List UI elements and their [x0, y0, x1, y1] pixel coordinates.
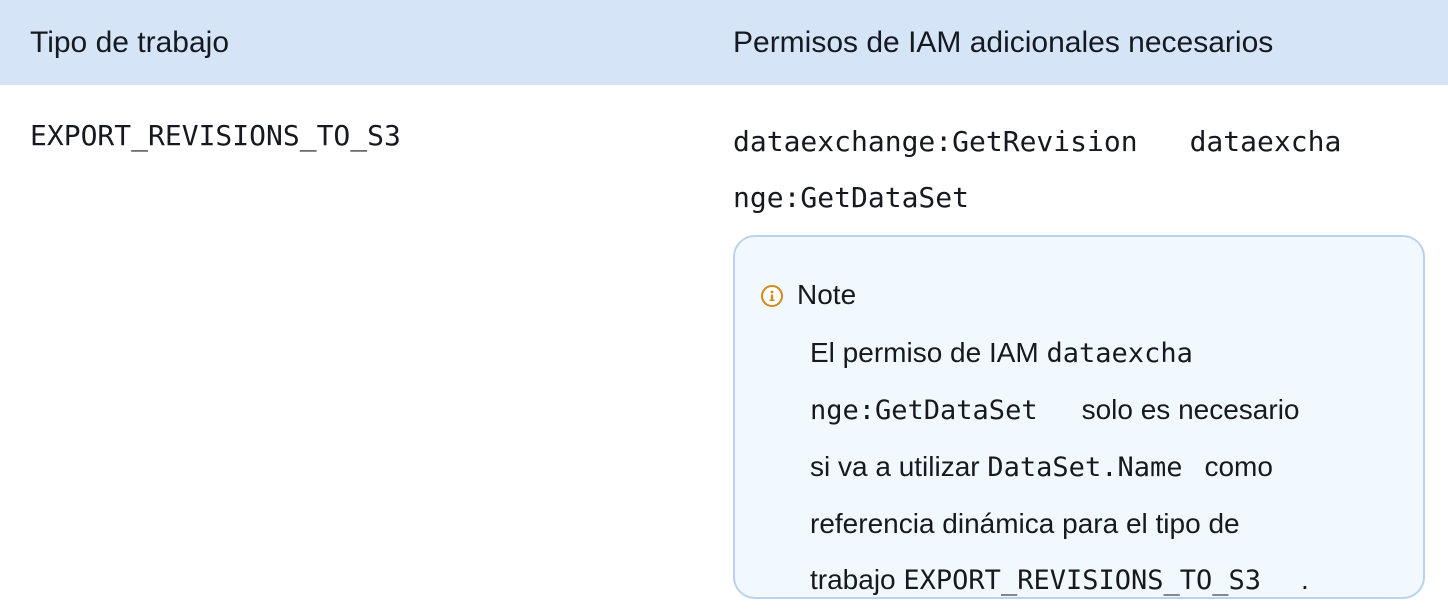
permission-get-dataset-part2: nge:GetDataSet	[733, 181, 970, 214]
cell-permissions: dataexchange:GetRevision dataexcha nge:Ge…	[733, 114, 1423, 226]
note-text: solo es necesario	[1081, 394, 1300, 425]
note-text: .	[1301, 564, 1309, 595]
permission-get-dataset-part1: dataexcha	[1189, 125, 1342, 158]
note-text: como	[1204, 451, 1273, 482]
note-code-permission-cont: nge:GetDataSet	[810, 395, 1038, 426]
header-permissions: Permisos de IAM adicionales necesarios	[733, 26, 1274, 59]
table-header: Tipo de trabajo Permisos de IAM adiciona…	[0, 0, 1448, 85]
permission-get-revision: dataexchange:GetRevision	[733, 125, 1138, 158]
note-text: trabajo	[810, 564, 904, 595]
note-code-job-type: EXPORT_REVISIONS_TO_S3	[903, 565, 1262, 596]
header-job-type: Tipo de trabajo	[30, 26, 230, 59]
permission-line-1: dataexchange:GetRevision dataexcha	[733, 114, 1423, 170]
note-box: Note El permiso de IAM dataexcha nge:Get…	[733, 235, 1425, 599]
note-code-permission: dataexcha	[1046, 338, 1193, 369]
note-body: El permiso de IAM dataexcha nge:GetDataS…	[810, 325, 1390, 609]
note-text: referencia dinámica para el tipo de	[810, 508, 1240, 539]
cell-job-type: EXPORT_REVISIONS_TO_S3	[30, 119, 401, 152]
note-code-dataset-name: DataSet.Name	[987, 452, 1183, 483]
note-text: El permiso de IAM	[810, 337, 1047, 368]
note-text: si va a utilizar	[810, 451, 988, 482]
note-title: Note	[797, 279, 857, 310]
permissions-table: Tipo de trabajo Permisos de IAM adiciona…	[0, 0, 1448, 614]
permission-line-2: nge:GetDataSet	[733, 170, 1423, 226]
info-icon	[761, 285, 783, 307]
